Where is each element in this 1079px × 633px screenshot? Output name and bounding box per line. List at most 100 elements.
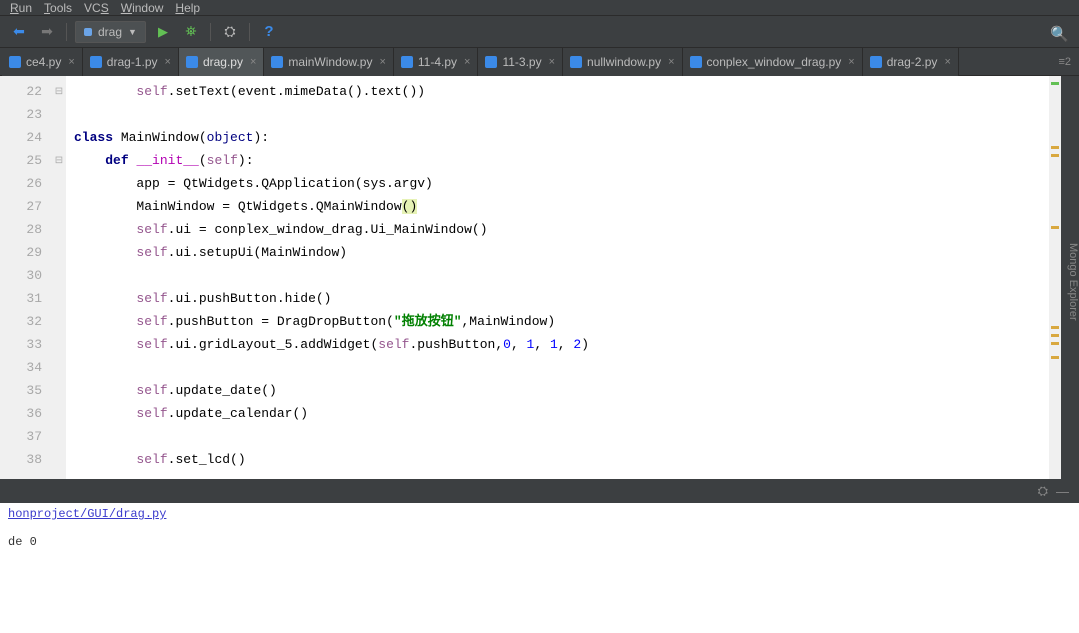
console-toolbar: ⛭ — bbox=[0, 479, 1079, 503]
line-number-gutter: 2223242526272829303132333435363738 bbox=[0, 76, 52, 479]
fold-toggle bbox=[52, 356, 66, 379]
python-file-icon bbox=[84, 28, 92, 36]
warning-mark[interactable] bbox=[1051, 334, 1059, 337]
editor-tab[interactable]: 11-3.py× bbox=[478, 48, 563, 76]
fold-toggle bbox=[52, 448, 66, 471]
warning-mark[interactable] bbox=[1051, 356, 1059, 359]
warning-mark[interactable] bbox=[1051, 342, 1059, 345]
code-line[interactable] bbox=[66, 103, 1049, 126]
warning-mark[interactable] bbox=[1051, 154, 1059, 157]
python-file-icon bbox=[870, 56, 882, 68]
run-console[interactable]: honproject/GUI/drag.py de 0 bbox=[0, 503, 1079, 633]
fold-toggle bbox=[52, 264, 66, 287]
line-number: 26 bbox=[0, 172, 52, 195]
code-line[interactable]: self.ui.gridLayout_5.addWidget(self.push… bbox=[66, 333, 1049, 356]
close-icon[interactable]: × bbox=[549, 56, 555, 68]
line-number: 23 bbox=[0, 103, 52, 126]
search-everywhere-icon[interactable]: 🔍 bbox=[1050, 25, 1069, 43]
code-line[interactable]: self.ui.pushButton.hide() bbox=[66, 287, 1049, 310]
code-line[interactable]: MainWindow = QtWidgets.QMainWindow() bbox=[66, 195, 1049, 218]
code-line[interactable]: def __init__(self): bbox=[66, 149, 1049, 172]
editor-tab[interactable]: drag-2.py× bbox=[863, 48, 959, 76]
menu-help[interactable]: Help bbox=[171, 1, 204, 15]
fold-toggle bbox=[52, 195, 66, 218]
fold-toggle bbox=[52, 402, 66, 425]
line-number: 32 bbox=[0, 310, 52, 333]
code-line[interactable]: self.set_lcd() bbox=[66, 448, 1049, 471]
editor-tab[interactable]: drag.py × bbox=[179, 48, 264, 76]
tab-label: nullwindow.py bbox=[587, 55, 661, 69]
code-line[interactable]: self.update_calendar() bbox=[66, 402, 1049, 425]
menu-bar: Run Tools VCS Window Help bbox=[0, 0, 1079, 16]
menu-tools[interactable]: Tools bbox=[40, 1, 76, 15]
editor-tab[interactable]: mainWindow.py× bbox=[264, 48, 393, 76]
fold-toggle bbox=[52, 241, 66, 264]
fold-toggle[interactable]: ⊟ bbox=[52, 80, 66, 103]
code-editor[interactable]: 2223242526272829303132333435363738 ⊟⊟ se… bbox=[0, 76, 1061, 479]
menu-window[interactable]: Window bbox=[117, 1, 168, 15]
line-number: 27 bbox=[0, 195, 52, 218]
warning-mark[interactable] bbox=[1051, 146, 1059, 149]
code-line[interactable] bbox=[66, 264, 1049, 287]
fold-toggle bbox=[52, 172, 66, 195]
close-icon[interactable]: × bbox=[668, 56, 674, 68]
fold-gutter[interactable]: ⊟⊟ bbox=[52, 76, 66, 479]
menu-vcs[interactable]: VCS bbox=[80, 1, 113, 15]
code-line[interactable]: app = QtWidgets.QApplication(sys.argv) bbox=[66, 172, 1049, 195]
warning-mark[interactable] bbox=[1051, 326, 1059, 329]
close-icon[interactable]: × bbox=[848, 56, 854, 68]
fold-toggle[interactable]: ⊟ bbox=[52, 149, 66, 172]
editor-tab[interactable]: conplex_window_drag.py × bbox=[683, 48, 863, 76]
fold-toggle bbox=[52, 287, 66, 310]
run-config-dropdown[interactable]: drag ▼ bbox=[75, 21, 146, 43]
close-icon[interactable]: × bbox=[464, 56, 470, 68]
error-stripe[interactable] bbox=[1049, 76, 1061, 479]
editor-tab[interactable]: ce4.py× bbox=[2, 48, 83, 76]
line-number: 35 bbox=[0, 379, 52, 402]
code-line[interactable]: self.ui = conplex_window_drag.Ui_MainWin… bbox=[66, 218, 1049, 241]
tab-label: conplex_window_drag.py bbox=[707, 55, 842, 69]
menu-run[interactable]: Run bbox=[6, 1, 36, 15]
minimize-icon[interactable]: — bbox=[1056, 484, 1069, 499]
code-line[interactable]: class MainWindow(object): bbox=[66, 126, 1049, 149]
code-line[interactable] bbox=[66, 425, 1049, 448]
line-number: 30 bbox=[0, 264, 52, 287]
line-number: 36 bbox=[0, 402, 52, 425]
code-line[interactable]: self.ui.setupUi(MainWindow) bbox=[66, 241, 1049, 264]
code-line[interactable]: self.update_date() bbox=[66, 379, 1049, 402]
tab-label: drag.py bbox=[203, 55, 243, 69]
close-icon[interactable]: × bbox=[379, 56, 385, 68]
tab-overflow-indicator[interactable]: ≡2 bbox=[1050, 56, 1079, 68]
fold-toggle bbox=[52, 379, 66, 402]
close-icon[interactable]: × bbox=[250, 56, 256, 68]
close-icon[interactable]: × bbox=[165, 56, 171, 68]
settings-run-button[interactable]: ⛭ bbox=[219, 21, 241, 43]
gear-icon[interactable]: ⛭ bbox=[1038, 483, 1048, 499]
close-icon[interactable]: × bbox=[944, 56, 950, 68]
fold-toggle bbox=[52, 310, 66, 333]
editor-tab[interactable]: drag-1.py× bbox=[83, 48, 179, 76]
code-line[interactable] bbox=[66, 356, 1049, 379]
nav-forward-button[interactable]: ➡ bbox=[36, 21, 58, 43]
debug-button[interactable]: ⛯ bbox=[180, 21, 202, 43]
nav-back-button[interactable]: ⬅ bbox=[8, 21, 30, 43]
code-line[interactable]: self.pushButton = DragDropButton("拖放按钮",… bbox=[66, 310, 1049, 333]
code-line[interactable]: self.setText(event.mimeData().text()) bbox=[66, 80, 1049, 103]
fold-toggle bbox=[52, 333, 66, 356]
line-number: 24 bbox=[0, 126, 52, 149]
warning-mark[interactable] bbox=[1051, 226, 1059, 229]
python-file-icon bbox=[186, 56, 198, 68]
python-file-icon bbox=[90, 56, 102, 68]
close-icon[interactable]: × bbox=[68, 56, 74, 68]
fold-toggle bbox=[52, 425, 66, 448]
editor-tab[interactable]: nullwindow.py × bbox=[563, 48, 682, 76]
console-file-path[interactable]: honproject/GUI/drag.py bbox=[8, 507, 166, 521]
run-button[interactable]: ▶ bbox=[152, 21, 174, 43]
help-button[interactable]: ? bbox=[258, 21, 280, 43]
code-area[interactable]: self.setText(event.mimeData().text()) cla… bbox=[66, 76, 1049, 479]
python-file-icon bbox=[271, 56, 283, 68]
console-exit-code: de 0 bbox=[8, 535, 1071, 549]
editor-tab[interactable]: 11-4.py× bbox=[394, 48, 479, 76]
chevron-down-icon: ▼ bbox=[128, 27, 137, 37]
mongo-explorer-tool[interactable]: Mongo Explorer bbox=[1061, 76, 1079, 479]
